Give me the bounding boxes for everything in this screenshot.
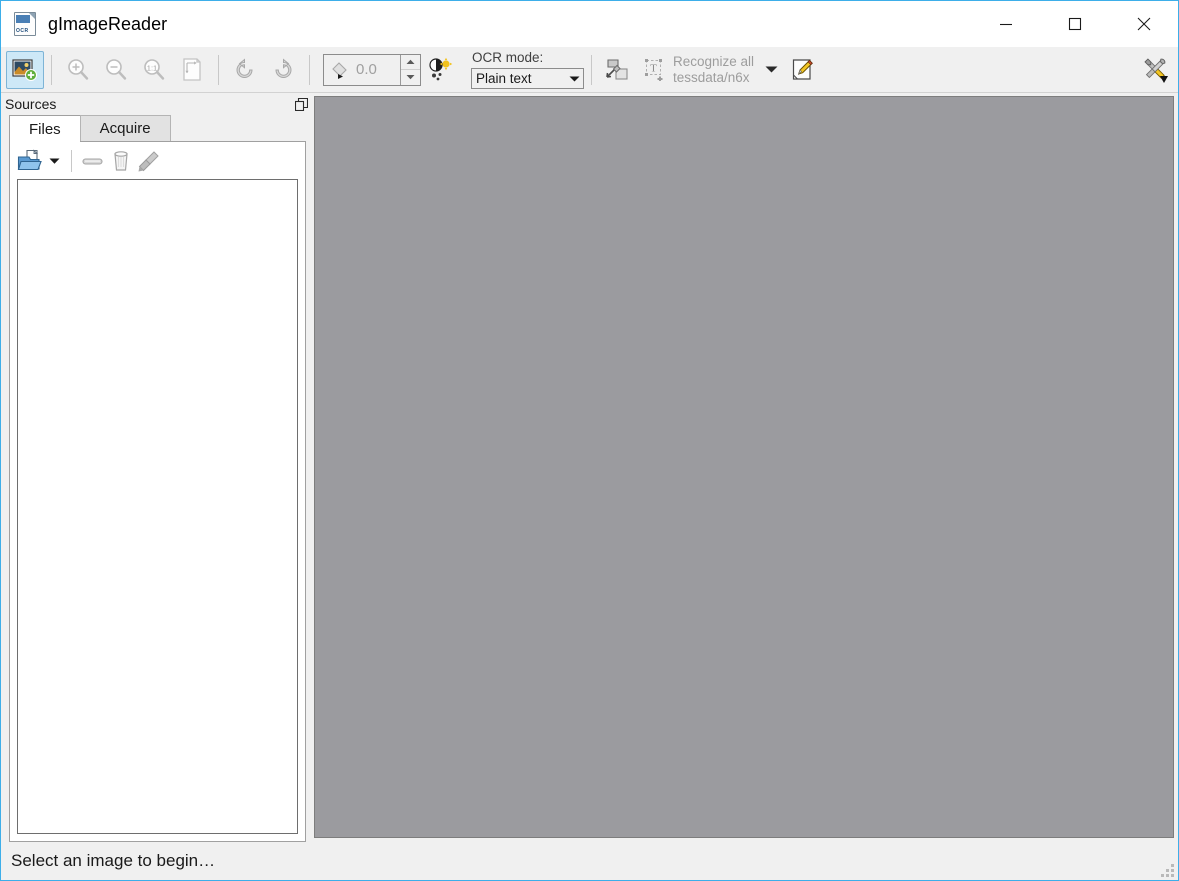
zoom-original-button[interactable]: 1:1 (135, 51, 173, 89)
close-icon (1137, 17, 1150, 31)
toolbar-right-group (1136, 50, 1174, 88)
fit-page-icon (183, 57, 201, 81)
rotation-spinbox[interactable]: 0.0 (323, 53, 421, 86)
app-document-ocr-icon: OCR (14, 12, 36, 36)
broom-clear-icon (138, 150, 159, 171)
recognize-dropdown-button[interactable] (758, 51, 784, 89)
ocr-mode-group: OCR mode: Plain text (471, 48, 584, 92)
ocr-mode-label: OCR mode: (472, 50, 544, 65)
rotate-right-icon (275, 57, 292, 78)
recognize-all-button[interactable]: T Recognize all tessdata/n6x (641, 50, 758, 90)
minimize-icon (999, 23, 1012, 26)
sources-dock-title: Sources (1, 93, 314, 115)
edit-output-button[interactable] (784, 51, 822, 89)
remove-file-button[interactable] (79, 147, 107, 175)
toolbar-separator-2 (218, 54, 219, 85)
tab-files-label: Files (29, 120, 61, 138)
toolbar-separator-3 (309, 54, 310, 85)
recognize-line-2: tessdata/n6x (673, 69, 750, 85)
undock-icon (294, 97, 308, 111)
recognize-text-icon: T (645, 58, 663, 81)
rotation-stepper[interactable] (400, 54, 420, 85)
svg-text:T: T (650, 62, 657, 74)
rotate-left-icon (236, 57, 253, 78)
add-image-button[interactable] (6, 50, 44, 89)
recognize-line-1: Recognize all (673, 53, 755, 69)
ocr-mode-value: Plain text (476, 71, 532, 86)
rotate-left-button[interactable] (226, 51, 264, 89)
sources-tabs: Files Acquire (1, 115, 314, 142)
zoom-in-button[interactable] (59, 51, 97, 89)
remove-minus-icon (82, 157, 103, 165)
body-area: Sources Files Acquire (1, 93, 1178, 842)
rotation-step-down[interactable] (401, 70, 420, 85)
maximize-icon (1068, 17, 1081, 31)
rotation-value: 0.0 (356, 61, 377, 78)
chevron-down-icon (765, 66, 778, 73)
ocr-mode-select[interactable]: Plain text (471, 68, 584, 89)
files-panel (9, 141, 306, 842)
rotate-right-button[interactable] (264, 51, 302, 89)
chevron-down-icon (569, 76, 580, 81)
rotation-step-up[interactable] (401, 55, 420, 70)
auto-layout-icon (606, 58, 628, 80)
delete-file-button[interactable] (107, 147, 135, 175)
image-canvas[interactable] (314, 96, 1174, 838)
zoom-out-icon (106, 58, 127, 80)
chevron-down-icon (49, 158, 59, 164)
add-image-icon (12, 58, 37, 81)
window-title: gImageReader (48, 13, 168, 34)
svg-text:1:1: 1:1 (147, 63, 157, 72)
undock-button[interactable] (293, 96, 309, 112)
status-bar: Select an image to begin… (1, 842, 1178, 880)
status-message: Select an image to begin… (11, 851, 216, 870)
chevron-down-icon (406, 75, 415, 80)
window-controls (971, 1, 1178, 47)
brightness-contrast-button[interactable] (421, 51, 459, 89)
auto-layout-button[interactable] (599, 51, 637, 89)
files-toolbar (10, 142, 305, 179)
close-button[interactable] (1109, 1, 1178, 47)
rotate-angle-icon (324, 60, 352, 80)
add-files-button[interactable] (16, 147, 44, 175)
tab-files[interactable]: Files (9, 115, 81, 142)
resize-grip-icon[interactable] (1158, 861, 1174, 877)
file-list[interactable] (17, 179, 298, 834)
zoom-out-button[interactable] (97, 51, 135, 89)
add-files-dropdown-button[interactable] (44, 147, 64, 175)
toolbar-separator-1 (51, 54, 52, 85)
title-bar: OCR gImageReader (1, 1, 1178, 47)
zoom-in-icon (68, 58, 89, 80)
maximize-button[interactable] (1040, 1, 1109, 47)
toolbar-separator-4 (591, 54, 592, 85)
tab-acquire[interactable]: Acquire (79, 115, 171, 141)
zoom-one-to-one-icon: 1:1 (144, 58, 165, 80)
trash-bin-icon (114, 150, 128, 171)
sources-dock: Sources Files Acquire (1, 93, 314, 842)
tools-settings-button[interactable] (1136, 50, 1174, 88)
tools-settings-icon (1144, 58, 1168, 83)
sources-title-label: Sources (5, 96, 57, 112)
tab-acquire-label: Acquire (99, 120, 151, 137)
clear-list-button[interactable] (135, 147, 163, 175)
pencil-edit-icon (792, 58, 813, 80)
chevron-up-icon (406, 59, 415, 64)
files-toolbar-separator (71, 149, 72, 172)
brightness-contrast-icon (429, 57, 453, 80)
title-bar-left: OCR gImageReader (1, 12, 167, 36)
main-toolbar: 1:1 0.0 OCR mode: Plain text T Recognize… (1, 47, 1178, 93)
fit-page-button[interactable] (173, 51, 211, 89)
open-folder-icon (17, 148, 42, 170)
recognize-label-block: Recognize all tessdata/n6x (673, 54, 754, 86)
main-window: OCR gImageReader 1:1 0.0 OCR mode: Plain… (0, 0, 1179, 881)
image-canvas-wrap (314, 93, 1178, 842)
minimize-button[interactable] (971, 1, 1040, 47)
